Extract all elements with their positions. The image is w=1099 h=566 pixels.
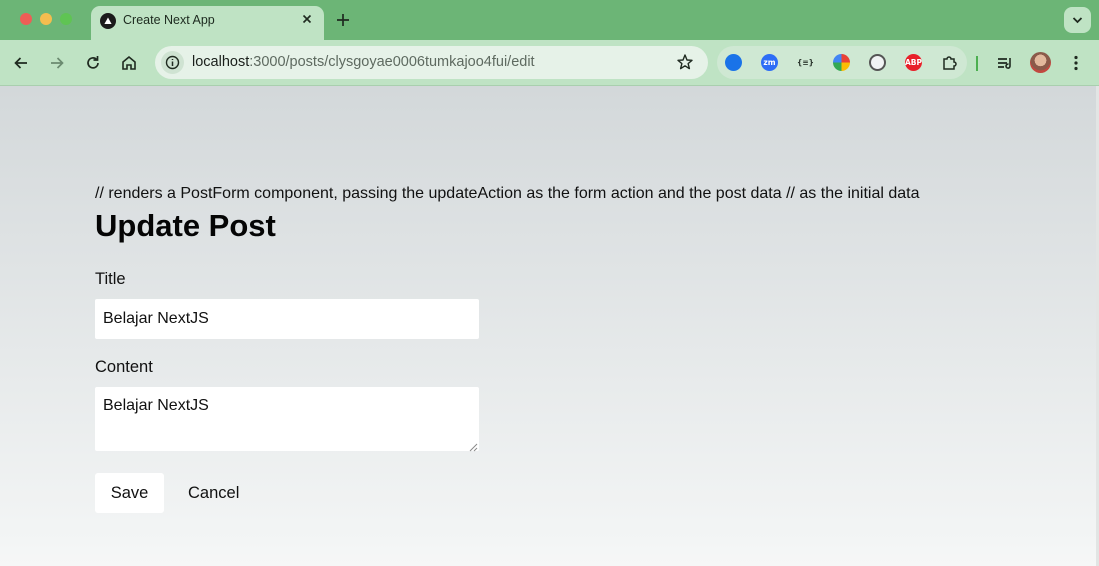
forward-arrow-icon[interactable] <box>47 53 67 73</box>
tab-manager-icon[interactable] <box>869 54 886 71</box>
save-button[interactable]: Save <box>95 473 164 513</box>
adblock-plus-icon[interactable]: ABP <box>905 54 922 71</box>
maximize-window-button[interactable] <box>60 13 72 25</box>
extensions-puzzle-icon[interactable] <box>941 54 958 71</box>
cancel-link[interactable]: Cancel <box>188 484 239 503</box>
sync-extension-icon[interactable] <box>725 54 742 71</box>
address-bar[interactable]: localhost:3000/posts/clysgoyae0006tumkaj… <box>155 46 708 79</box>
close-window-button[interactable] <box>20 13 32 25</box>
minimize-window-button[interactable] <box>40 13 52 25</box>
title-label: Title <box>95 270 126 288</box>
page-title: Update Post <box>95 208 276 243</box>
tab-search-chevron-icon[interactable] <box>1064 7 1091 33</box>
close-tab-icon[interactable] <box>299 11 315 27</box>
title-input[interactable]: Belajar NextJS <box>95 299 479 339</box>
profile-avatar[interactable] <box>1030 52 1051 73</box>
extensions-group: zm {≡} ABP <box>717 46 967 79</box>
json-viewer-icon[interactable]: {≡} <box>797 54 814 71</box>
color-picker-icon[interactable] <box>833 54 850 71</box>
reload-icon[interactable] <box>83 53 103 73</box>
textarea-resize-handle-icon[interactable] <box>468 439 478 457</box>
tab-title: Create Next App <box>123 13 215 27</box>
home-icon[interactable] <box>119 53 139 73</box>
content-label: Content <box>95 358 153 376</box>
toolbar-separator <box>976 56 978 71</box>
zoom-extension-icon[interactable]: zm <box>761 54 778 71</box>
url-text[interactable]: localhost:3000/posts/clysgoyae0006tumkaj… <box>192 54 535 70</box>
back-arrow-icon[interactable] <box>11 53 31 73</box>
active-tab[interactable]: Create Next App <box>91 6 324 40</box>
url-host: localhost <box>192 54 250 70</box>
nextjs-favicon-icon <box>100 13 116 29</box>
code-comment-text: // renders a PostForm component, passing… <box>95 185 920 202</box>
page-viewport: // renders a PostForm component, passing… <box>0 87 1099 566</box>
tab-strip: Create Next App <box>0 0 1099 40</box>
reading-list-icon[interactable] <box>995 53 1015 73</box>
new-tab-icon[interactable] <box>334 11 352 29</box>
site-info-icon[interactable] <box>161 51 184 74</box>
browser-toolbar: localhost:3000/posts/clysgoyae0006tumkaj… <box>0 40 1099 86</box>
more-menu-icon[interactable] <box>1066 53 1086 73</box>
content-textarea[interactable]: Belajar NextJS <box>95 387 479 451</box>
bookmark-star-icon[interactable] <box>676 53 694 76</box>
url-path: :3000/posts/clysgoyae0006tumkajoo4fui/ed… <box>249 54 535 70</box>
